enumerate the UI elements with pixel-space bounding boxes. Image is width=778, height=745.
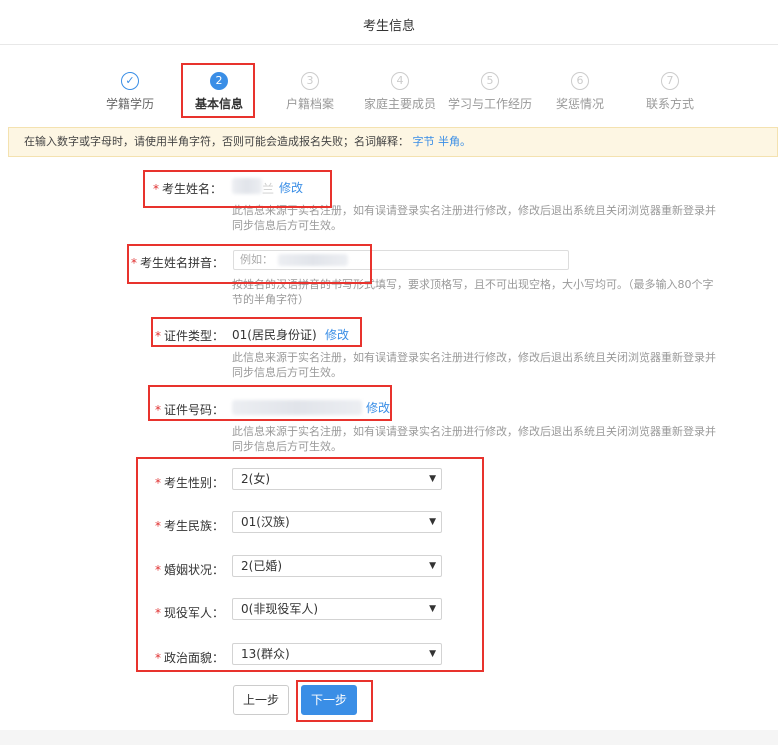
step-number: 5 xyxy=(481,72,499,90)
check-icon: ✓ xyxy=(121,72,139,90)
id-number-hint: 此信息来源于实名注册，如有误请登录实名注册进行修改，修改后退出系统且关闭浏览器重… xyxy=(232,425,716,453)
half-width-notice: 在输入数字或字母时，请使用半角字符，否则可能会造成报名失败；名词解释： 字节 半… xyxy=(8,127,778,157)
step-huji-dangan[interactable]: 3 户籍档案 xyxy=(260,72,360,112)
highlight-next-button xyxy=(296,680,373,722)
step-number: 4 xyxy=(391,72,409,90)
id-type-hint: 此信息来源于实名注册，如有误请登录实名注册进行修改，修改后退出系统且关闭浏览器重… xyxy=(232,351,716,379)
prev-step-button[interactable]: 上一步 xyxy=(233,685,289,715)
footer-strip xyxy=(0,730,778,745)
step-indicator: ✓ 学籍学历 2 基本信息 3 户籍档案 4 家庭主要成员 5 学习与工作经历 … xyxy=(0,72,778,117)
step-number: 3 xyxy=(301,72,319,90)
step-label: 学习与工作经历 xyxy=(447,97,532,111)
page-header: 考生信息 xyxy=(0,0,778,45)
highlight-select-group xyxy=(136,457,484,672)
link-byte[interactable]: 字节 xyxy=(413,135,435,148)
step-lianxi-fangshi[interactable]: 7 联系方式 xyxy=(620,72,720,112)
step-number: 7 xyxy=(661,72,679,90)
step-jiating-chengyuan[interactable]: 4 家庭主要成员 xyxy=(350,72,450,112)
highlight-id-type xyxy=(151,317,362,347)
highlight-pinyin xyxy=(127,244,372,284)
step-label: 家庭主要成员 xyxy=(363,97,436,111)
step-label: 户籍档案 xyxy=(285,97,334,111)
step-number: 6 xyxy=(571,72,589,90)
step-xueji-xueli[interactable]: ✓ 学籍学历 xyxy=(80,72,180,112)
highlight-active-step xyxy=(181,63,255,118)
link-half-width[interactable]: 半角。 xyxy=(438,135,471,148)
step-label: 联系方式 xyxy=(645,97,694,111)
highlight-name xyxy=(143,170,332,208)
highlight-id-number xyxy=(148,385,392,421)
step-xuexi-gongzuo[interactable]: 5 学习与工作经历 xyxy=(440,72,540,112)
notice-text: 在输入数字或字母时，请使用半角字符，否则可能会造成报名失败；名词解释： xyxy=(24,135,409,148)
page-title: 考生信息 xyxy=(362,19,415,34)
step-jiangcheng[interactable]: 6 奖惩情况 xyxy=(530,72,630,112)
step-label: 奖惩情况 xyxy=(555,97,604,111)
step-label: 学籍学历 xyxy=(105,97,154,111)
